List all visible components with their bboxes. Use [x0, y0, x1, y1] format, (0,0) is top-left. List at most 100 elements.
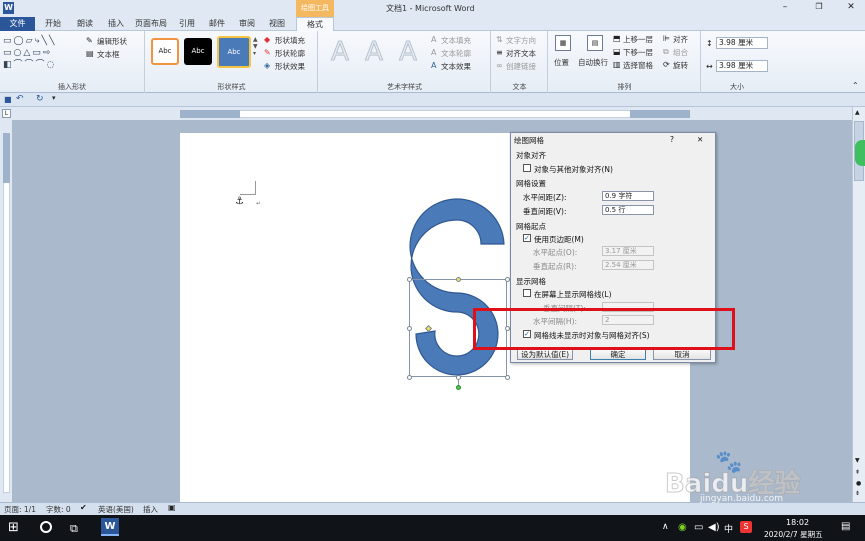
scroll-up-icon[interactable]: ▲	[855, 109, 860, 116]
set-default-button[interactable]: 设为默认值(E)	[517, 349, 573, 360]
tab-selector-icon[interactable]: L	[2, 109, 11, 118]
word-count[interactable]: 字数: 0	[46, 504, 71, 515]
vertical-scrollbar[interactable]: ▲ ▼ ⇞ ● ⇟	[852, 107, 865, 502]
v-origin-spinner[interactable]: 2.54 厘米	[602, 260, 654, 270]
width-input[interactable]: 3.98 厘米	[716, 60, 768, 72]
customize-qat-icon[interactable]: ▾	[52, 94, 56, 102]
clock-time[interactable]: 18:02	[786, 518, 809, 527]
wordart-style-2[interactable]: A	[358, 36, 390, 68]
windows-start-icon[interactable]: ⊞	[8, 521, 22, 535]
ime-indicator[interactable]: 中	[724, 522, 733, 535]
volume-icon[interactable]: ◀)	[708, 522, 720, 533]
h-spacing-spinner[interactable]: 0.9 字符	[602, 191, 654, 201]
scroll-down-icon[interactable]: ▼	[855, 457, 860, 464]
snap-objects-checkbox[interactable]	[523, 164, 531, 172]
tray-expand-icon[interactable]: ∧	[662, 522, 669, 532]
page-count[interactable]: 页面: 1/1	[4, 504, 36, 515]
redo-icon[interactable]: ↻	[36, 94, 44, 104]
vertical-ruler[interactable]	[0, 120, 12, 502]
style-gallery-more[interactable]: ▲ ▼ ▾	[253, 36, 260, 68]
create-link-button[interactable]: 创建链接	[506, 61, 536, 72]
use-margins-checkbox[interactable]: ✓	[523, 234, 531, 242]
task-view-icon[interactable]: ⧉	[70, 522, 78, 536]
next-page-icon[interactable]: ⇟	[855, 490, 860, 497]
text-outline-button[interactable]: 文本轮廓	[441, 48, 471, 59]
tab-format[interactable]: 格式	[296, 17, 334, 31]
network-icon[interactable]: ▭	[694, 522, 703, 533]
taskbar-word-icon[interactable]: W	[101, 518, 119, 536]
close-icon[interactable]: ✕	[697, 135, 703, 144]
shape-fill-button[interactable]: 形状填充	[275, 35, 305, 46]
align-text-button[interactable]: 对齐文本	[506, 48, 536, 59]
h-origin-spinner[interactable]: 3.17 厘米	[602, 246, 654, 256]
resize-handle-tm[interactable]	[456, 277, 461, 282]
text-direction-button[interactable]: 文字方向	[506, 35, 536, 46]
send-backward-icon: ⬓	[613, 47, 621, 56]
wordart-style-1[interactable]: A	[324, 36, 356, 68]
side-float-widget[interactable]	[855, 140, 865, 166]
group-button[interactable]: 组合	[673, 47, 688, 58]
insert-mode[interactable]: 插入	[143, 504, 158, 515]
height-input[interactable]: 3.98 厘米	[716, 37, 768, 49]
tab-home[interactable]: 开始	[38, 17, 68, 31]
group-text: ⇅ 文字方向 ≡ 对齐文本 ∞ 创建链接 文本	[492, 31, 548, 93]
anchor-icon[interactable]: ⚓	[235, 196, 244, 207]
help-button[interactable]: ?	[670, 135, 674, 144]
selection-pane-button[interactable]: 选择窗格	[623, 60, 653, 71]
v-spacing-spinner[interactable]: 0.5 行	[602, 205, 654, 215]
send-backward-button[interactable]: 下移一层	[623, 47, 653, 58]
save-icon[interactable]: ■	[4, 95, 12, 104]
resize-handle-bl[interactable]	[407, 375, 412, 380]
clock-date[interactable]: 2020/2/7 星期五	[764, 529, 823, 540]
tab-review[interactable]: 审阅	[233, 17, 261, 31]
show-gridlines-checkbox[interactable]	[523, 289, 531, 297]
style-preset-1[interactable]: Abc	[151, 38, 179, 65]
style-preset-2[interactable]: Abc	[184, 38, 212, 65]
tray-s-icon[interactable]: S	[740, 521, 752, 533]
shapes-gallery[interactable]: ▭◯▱⤷╲╲ ▭○△▭⇨ ◧⌒⌒⌒◌	[3, 35, 83, 73]
style-preset-3[interactable]: Abc	[217, 36, 251, 68]
language[interactable]: 英语(美国)	[98, 504, 134, 515]
edit-shape-button[interactable]: 编辑形状	[97, 36, 127, 47]
create-link-icon: ∞	[496, 61, 503, 70]
resize-handle-ml[interactable]	[407, 326, 412, 331]
tray-app-icon[interactable]: ◉	[678, 522, 687, 533]
tab-read[interactable]: 朗读	[70, 17, 100, 31]
collapse-ribbon-icon[interactable]: ⌃	[852, 81, 859, 90]
close-window-button[interactable]: ✕	[844, 2, 858, 14]
tab-references[interactable]: 引用	[173, 17, 201, 31]
tab-file[interactable]: 文件	[0, 17, 35, 31]
resize-handle-br[interactable]	[505, 375, 510, 380]
shape-effects-button[interactable]: 形状效果	[275, 61, 305, 72]
align-button[interactable]: 对齐	[673, 34, 688, 45]
tab-mailings[interactable]: 邮件	[203, 17, 231, 31]
prev-page-icon[interactable]: ⇞	[855, 469, 860, 476]
resize-handle-tl[interactable]	[407, 277, 412, 282]
ok-button[interactable]: 确定	[590, 349, 646, 360]
tab-insert[interactable]: 插入	[102, 17, 130, 31]
minimize-button[interactable]: –	[778, 2, 792, 14]
macro-icon[interactable]: ▣	[168, 503, 176, 512]
search-icon[interactable]	[40, 521, 52, 533]
wrap-text-button[interactable]: 自动换行	[578, 57, 608, 68]
wordart-style-3[interactable]: A	[392, 36, 424, 68]
proofing-icon[interactable]: ✔	[80, 503, 87, 512]
horizontal-ruler[interactable]: L	[0, 107, 865, 120]
text-fill-button[interactable]: 文本填充	[441, 35, 471, 46]
cancel-button[interactable]: 取消	[653, 349, 711, 360]
undo-icon[interactable]: ↶	[16, 94, 24, 104]
tab-layout[interactable]: 页面布局	[132, 17, 170, 31]
text-box-button[interactable]: 文本框	[97, 49, 120, 60]
word-icon[interactable]: W	[3, 2, 14, 14]
maximize-button[interactable]: ❐	[812, 2, 826, 14]
shape-outline-button[interactable]: 形状轮廓	[275, 48, 305, 59]
rotate-button[interactable]: 旋转	[673, 60, 688, 71]
browse-object-icon[interactable]: ●	[856, 480, 861, 487]
position-button[interactable]: 位置	[554, 57, 569, 68]
rotation-handle[interactable]	[456, 385, 461, 390]
notification-icon[interactable]: ▤	[841, 521, 850, 532]
text-effects-button[interactable]: 文本效果	[441, 61, 471, 72]
bring-forward-button[interactable]: 上移一层	[623, 34, 653, 45]
tab-view[interactable]: 视图	[263, 17, 291, 31]
baidu-watermark-url: jingyan.baidu.com	[700, 494, 784, 504]
